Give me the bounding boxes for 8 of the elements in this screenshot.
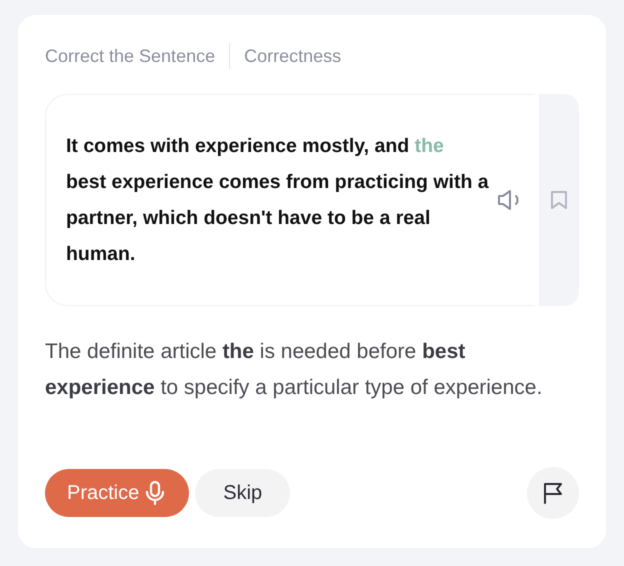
skip-button[interactable]: Skip bbox=[195, 469, 290, 517]
tag-label: Correctness bbox=[244, 46, 342, 66]
sentence-text: It comes with experience mostly, and the best experience comes from practicing with a partner, which doesn't have to be a real human. bbox=[66, 134, 489, 267]
microphone-icon bbox=[145, 480, 166, 506]
flag-icon bbox=[542, 481, 564, 505]
category-label: Correct the Sentence bbox=[45, 46, 216, 66]
explanation-text: The definite article the is needed before best experience to specify a particular type of experience. bbox=[45, 339, 544, 401]
bookmark-icon[interactable] bbox=[550, 190, 568, 210]
